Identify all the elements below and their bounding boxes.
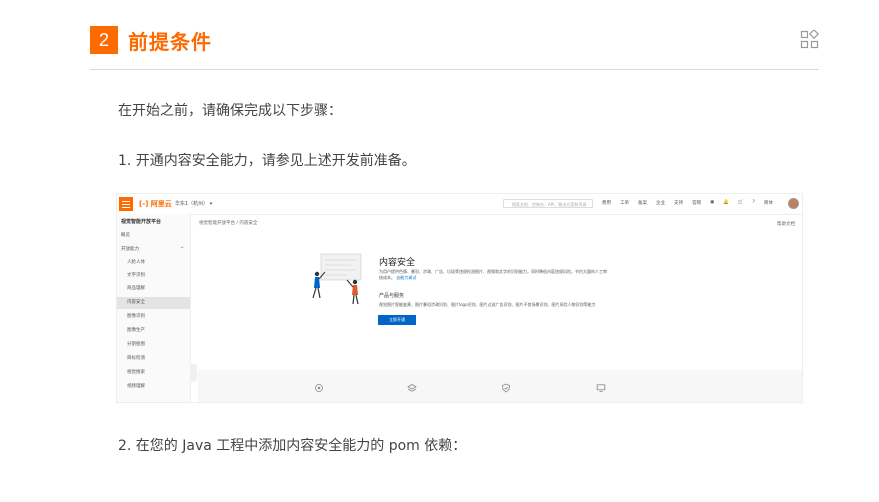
intro-paragraph: 在开始之前，请确保完成以下步骤： xyxy=(118,103,342,119)
sidebar-item-image-recognition[interactable]: 图像识别 xyxy=(117,311,190,323)
console-topbar: [-] 阿里云 华东1（杭州） ▾ 搜索文档、控制台、API、解决方案和资源 费… xyxy=(117,194,802,215)
card-description: 为用户提供色情、暴恐、涉政、广告、垃圾等违规检测图片、视频和文字的识别能力，同时… xyxy=(379,269,607,280)
activate-button[interactable]: 立即开通 xyxy=(378,315,416,325)
help-docs-link[interactable]: 帮助文档 xyxy=(777,221,795,227)
console-top-nav: 费用 工单 备案 企业 支持 官网 ▣ 🔔 🛒 ? 简体 xyxy=(602,200,773,206)
illustration-image xyxy=(312,253,362,305)
sidebar-item-ocr[interactable]: 文字识别 xyxy=(117,270,190,282)
sidebar-item-image-production[interactable]: 图像生产 xyxy=(117,325,190,337)
debug-link[interactable]: 去能力调试 xyxy=(396,275,416,280)
avatar[interactable] xyxy=(788,198,799,209)
section-number: 2 xyxy=(90,26,118,54)
top-nav-item[interactable]: 工单 xyxy=(620,200,629,206)
breadcrumb: 视觉智能开放平台 / 内容安全 xyxy=(199,221,258,226)
step-2-paragraph: 2. 在您的 Java 工程中添加内容安全能力的 pom 依赖： xyxy=(118,438,467,454)
card-title: 内容安全 xyxy=(379,258,416,268)
sidebar-item-overview[interactable]: 概览 xyxy=(117,230,190,242)
console-sidebar: 视觉智能开放平台 概览 开放能力 ^ 人脸人体 文字识别 商品理解 内容安全 图像… xyxy=(117,214,191,402)
shield-check-icon[interactable] xyxy=(501,383,511,393)
help-icon[interactable]: ? xyxy=(752,200,754,206)
aliyun-logo[interactable]: [-] 阿里云 xyxy=(139,199,172,209)
sidebar-item-face-body[interactable]: 人脸人体 xyxy=(117,257,190,269)
top-nav-item[interactable]: 费用 xyxy=(602,200,611,206)
top-nav-item[interactable]: 备案 xyxy=(638,200,647,206)
top-nav-item[interactable]: 支持 xyxy=(674,200,683,206)
step-1-paragraph: 1. 开通内容安全能力，请参见上述开发前准备。 xyxy=(118,153,416,169)
section-title: 前提条件 xyxy=(128,29,212,54)
top-nav-item[interactable]: 官网 xyxy=(692,200,701,206)
sidebar-item-segmentation[interactable]: 分割抠图 xyxy=(117,339,190,351)
card-subtitle: 产品与服务 xyxy=(379,293,405,299)
message-icon[interactable]: ▣ xyxy=(710,200,714,206)
menu-icon[interactable] xyxy=(119,197,133,211)
card-features: 视觉图片智能鉴黄、图片暴恐涉政识别、图片logo识别、图片过滤广告识别、图片不良… xyxy=(379,302,596,307)
sidebar-item-visual-search[interactable]: 视觉搜索 xyxy=(117,367,190,379)
cart-icon[interactable]: 🛒 xyxy=(738,200,744,206)
bell-icon[interactable]: 🔔 xyxy=(723,200,729,206)
bottom-feature-strip xyxy=(198,370,802,402)
layers-icon[interactable] xyxy=(407,383,417,393)
sidebar-item-video[interactable]: 视频理解 xyxy=(117,381,190,393)
section-header: 2 前提条件 xyxy=(90,26,212,54)
region-selector[interactable]: 华东1（杭州） ▾ xyxy=(175,200,212,207)
language-selector[interactable]: 简体 xyxy=(764,200,773,206)
target-icon[interactable] xyxy=(314,383,324,393)
header-divider xyxy=(90,69,819,70)
sidebar-item-content-security[interactable]: 内容安全 xyxy=(117,297,190,309)
sidebar-title: 视觉智能开放平台 xyxy=(121,219,162,225)
sidebar-collapse-handle[interactable] xyxy=(190,364,197,382)
console-screenshot: [-] 阿里云 华东1（杭州） ▾ 搜索文档、控制台、API、解决方案和资源 费… xyxy=(116,193,803,403)
sidebar-item-goods[interactable]: 商品理解 xyxy=(117,283,190,295)
console-search-input[interactable]: 搜索文档、控制台、API、解决方案和资源 xyxy=(503,199,593,208)
sidebar-item-open-capabilities[interactable]: 开放能力 ^ xyxy=(117,244,190,256)
sidebar-item-detection[interactable]: 目标检测 xyxy=(117,353,190,365)
top-nav-item[interactable]: 企业 xyxy=(656,200,665,206)
monitor-icon[interactable] xyxy=(596,383,606,393)
layout-grid-icon[interactable] xyxy=(800,30,820,50)
